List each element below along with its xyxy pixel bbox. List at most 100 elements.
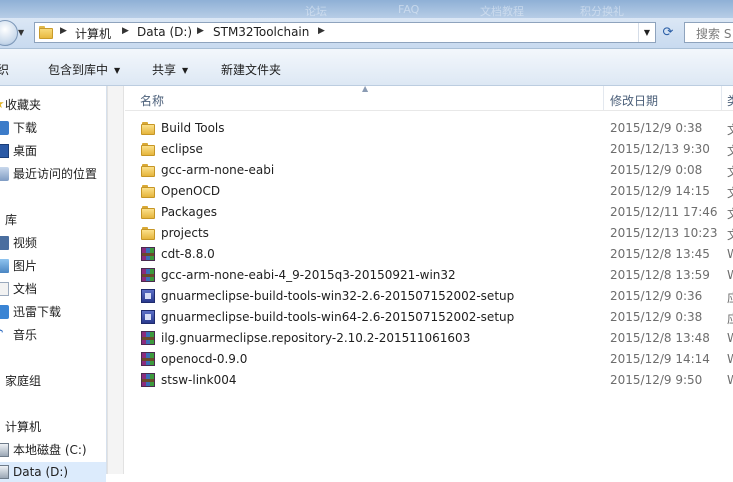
address-box[interactable]: ▶ 计算机 ▶ Data (D:) ▶ STM32Toolchain ▶ ▼ [34, 22, 656, 43]
file-type: W [727, 268, 733, 282]
installer-icon [141, 289, 155, 303]
folder-icon [39, 26, 53, 39]
file-date: 2015/12/8 13:48 [610, 331, 710, 345]
file-type: 文 [727, 121, 733, 138]
file-date: 2015/12/13 9:30 [610, 142, 710, 156]
folder-icon [141, 121, 155, 135]
sidebar-item-label: 库 [5, 213, 18, 227]
sidebar-item-label: 下载 [13, 121, 38, 135]
navigation-scrollbar[interactable] [107, 86, 124, 474]
file-name: gnuarmeclipse-build-tools-win32-2.6-2015… [161, 289, 515, 303]
back-button[interactable] [0, 20, 18, 46]
address-history-dropdown-icon[interactable]: ▼ [638, 23, 655, 42]
file-name: gcc-arm-none-eabi [161, 163, 275, 177]
rar-archive-icon [141, 268, 155, 282]
file-name: ilg.gnuarmeclipse.repository-2.10.2-2015… [161, 331, 471, 345]
thunder-download-icon [0, 305, 9, 319]
file-type: 应 [727, 289, 733, 306]
folder-icon [141, 205, 155, 219]
file-date: 2015/12/9 14:15 [610, 184, 710, 198]
music-library-icon: ♪ [0, 328, 9, 342]
drive-icon [0, 465, 9, 479]
drive-icon [0, 443, 9, 457]
navigation-pane[interactable]: ★ 收藏夹 下载 桌面 最近访问的位置 库 视频 图片 文档 迅雷下载 ♪ 音乐… [0, 86, 106, 482]
file-row[interactable]: openocd-0.9.0 2015/12/9 14:14 W [125, 349, 733, 370]
column-separator[interactable] [603, 86, 604, 110]
file-row[interactable]: projects 2015/12/13 10:23 文 [125, 223, 733, 244]
file-name: Packages [161, 205, 217, 219]
file-row[interactable]: gnuarmeclipse-build-tools-win64-2.6-2015… [125, 307, 733, 328]
file-date: 2015/12/9 9:50 [610, 373, 703, 387]
breadcrumb-computer[interactable]: 计算机 [75, 25, 111, 42]
file-name: gcc-arm-none-eabi-4_9-2015q3-20150921-wi… [161, 268, 456, 282]
file-type: W [727, 247, 733, 261]
search-input[interactable]: 搜索 S [684, 22, 733, 43]
file-row[interactable]: Build Tools 2015/12/9 0:38 文 [125, 118, 733, 139]
file-row[interactable]: OpenOCD 2015/12/9 14:15 文 [125, 181, 733, 202]
breadcrumb-folder[interactable]: STM32Toolchain [213, 25, 309, 39]
file-row[interactable]: gnuarmeclipse-build-tools-win32-2.6-2015… [125, 286, 733, 307]
organize-button[interactable]: 织 [0, 61, 9, 78]
file-date: 2015/12/9 14:14 [610, 352, 710, 366]
sidebar-item-label: 最近访问的位置 [13, 167, 98, 181]
file-row[interactable]: gcc-arm-none-eabi 2015/12/9 0:08 文 [125, 160, 733, 181]
column-header-date[interactable]: 修改日期 [610, 92, 658, 109]
file-row[interactable]: eclipse 2015/12/13 9:30 文 [125, 139, 733, 160]
file-name: projects [161, 226, 209, 240]
sidebar-item-label: 家庭组 [5, 374, 42, 388]
sidebar-item-label: 收藏夹 [5, 98, 42, 112]
file-type: W [727, 373, 733, 387]
organize-label: 织 [0, 63, 10, 77]
refresh-icon[interactable]: ⟳ [658, 23, 678, 43]
file-date: 2015/12/13 10:23 [610, 226, 718, 240]
file-type: 文 [727, 142, 733, 159]
file-date: 2015/12/11 17:46 [610, 205, 718, 219]
recent-places-icon [0, 167, 9, 181]
file-row[interactable]: Packages 2015/12/11 17:46 文 [125, 202, 733, 223]
file-name: stsw-link004 [161, 373, 237, 387]
rar-archive-icon [141, 247, 155, 261]
file-type: W [727, 331, 733, 345]
chevron-right-icon[interactable]: ▶ [60, 26, 67, 36]
file-row[interactable]: ilg.gnuarmeclipse.repository-2.10.2-2015… [125, 328, 733, 349]
sidebar-item-label: 计算机 [5, 420, 42, 434]
new-folder-label: 新建文件夹 [221, 63, 282, 77]
desktop-icon [0, 144, 9, 158]
faded-tab-text: 文档教程 [480, 5, 524, 18]
share-button[interactable]: 共享 ▼ [152, 61, 188, 78]
column-header-name[interactable]: 名称 [140, 92, 164, 109]
chevron-right-icon[interactable]: ▶ [318, 26, 325, 36]
file-name: eclipse [161, 142, 203, 156]
chevron-right-icon[interactable]: ▶ [197, 26, 204, 36]
new-folder-button[interactable]: 新建文件夹 [221, 61, 281, 78]
include-in-library-button[interactable]: 包含到库中 ▼ [48, 61, 120, 78]
rar-archive-icon [141, 352, 155, 366]
installer-icon [141, 310, 155, 324]
file-type: 应 [727, 310, 733, 327]
sidebar-item-label: Data (D:) [13, 465, 69, 479]
file-row[interactable]: gcc-arm-none-eabi-4_9-2015q3-20150921-wi… [125, 265, 733, 286]
column-separator[interactable] [721, 86, 722, 110]
chevron-down-icon: ▼ [114, 66, 121, 75]
file-type: 文 [727, 226, 733, 243]
breadcrumb-drive[interactable]: Data (D:) [137, 25, 192, 39]
file-row[interactable]: stsw-link004 2015/12/9 9:50 W [125, 370, 733, 391]
file-name: Build Tools [161, 121, 225, 135]
rar-archive-icon [141, 331, 155, 345]
sidebar-item-label: 视频 [13, 236, 38, 250]
file-type: 文 [727, 205, 733, 222]
window-top-strip: 论坛 FAQ 文档教程 积分换礼 [0, 0, 733, 18]
file-name: cdt-8.8.0 [161, 247, 215, 261]
sidebar-item-label: 桌面 [13, 144, 38, 158]
chevron-right-icon[interactable]: ▶ [122, 26, 129, 36]
file-name: openocd-0.9.0 [161, 352, 248, 366]
column-header-type[interactable]: 类 [727, 92, 733, 109]
recent-pages-dropdown-icon[interactable]: ▼ [18, 28, 24, 37]
search-placeholder: 搜索 S [696, 27, 732, 41]
sidebar-item-label: 音乐 [13, 328, 38, 342]
column-header-row: ▲ 名称 修改日期 类 [125, 84, 733, 111]
file-row[interactable]: cdt-8.8.0 2015/12/8 13:45 W [125, 244, 733, 265]
sidebar-item-drive-d[interactable]: Data (D:) [0, 462, 106, 482]
documents-library-icon [0, 282, 9, 296]
folder-icon [141, 163, 155, 177]
